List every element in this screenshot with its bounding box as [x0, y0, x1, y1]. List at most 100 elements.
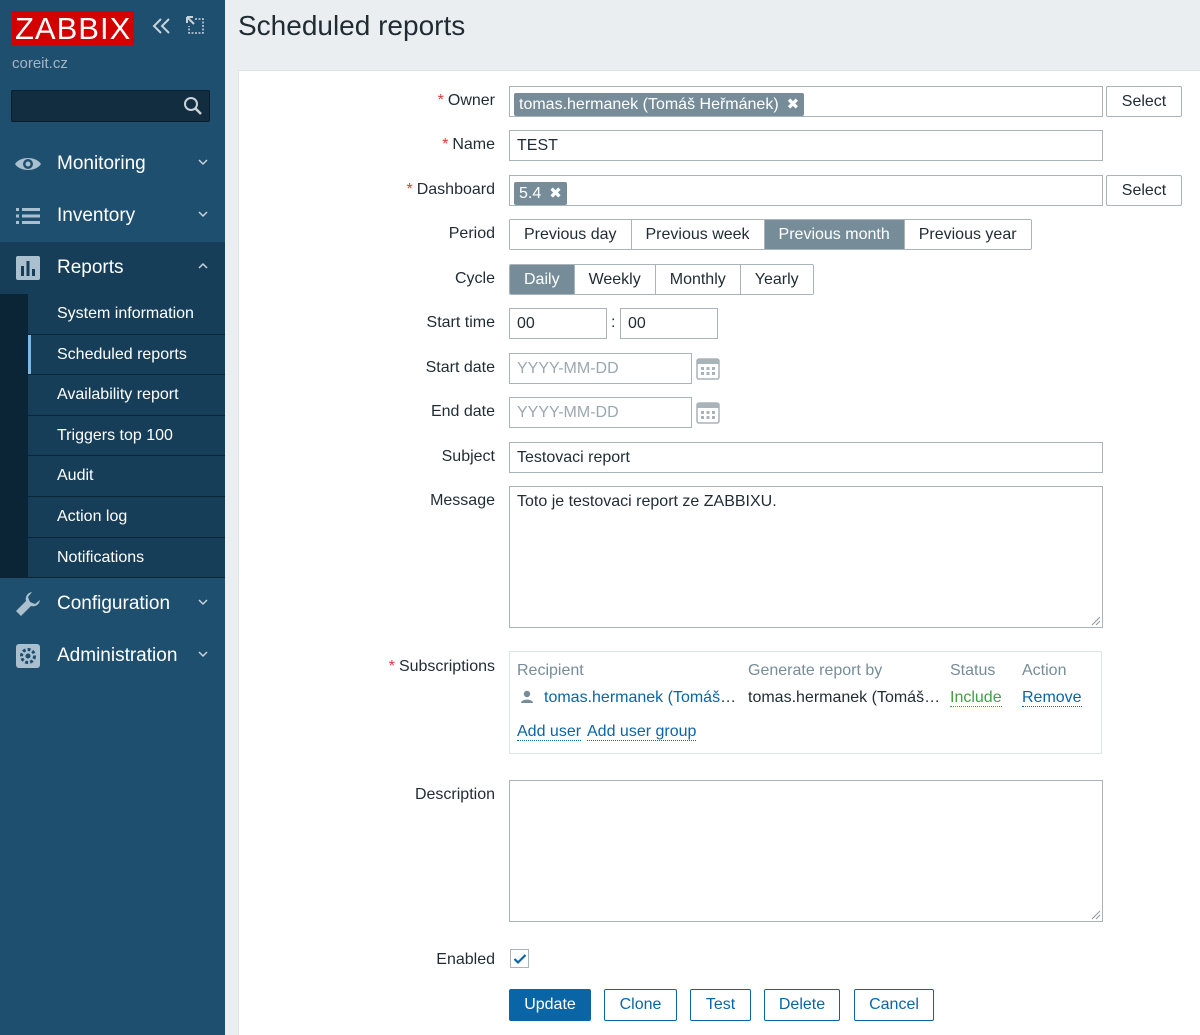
calendar-icon[interactable]: [696, 401, 720, 425]
column-header-recipient: Recipient: [517, 662, 584, 679]
message-textarea[interactable]: Toto je testovaci report ze ZABBIXU.: [509, 486, 1103, 628]
period-label: Period: [448, 225, 495, 242]
cancel-button[interactable]: Cancel: [854, 989, 934, 1021]
chevron-down-icon: [198, 211, 208, 218]
description-textarea[interactable]: [509, 780, 1103, 922]
end-date-input[interactable]: YYYY-MM-DD: [509, 397, 692, 428]
period-previous-year[interactable]: Previous year: [904, 220, 1031, 249]
server-name: coreit.cz: [12, 55, 68, 72]
column-header-status: Status: [950, 662, 996, 679]
message-text: Toto je testovaci report ze ZABBIXU.: [517, 493, 777, 510]
report-form: * Owner tomas.hermanek (Tomáš Heřmánek) ✖ …: [238, 70, 1200, 1035]
chevron-down-icon: [198, 159, 208, 166]
submenu-availability-report[interactable]: Availability report: [28, 375, 225, 416]
calendar-icon[interactable]: [696, 357, 720, 381]
start-time-minutes-input[interactable]: 00: [620, 308, 718, 339]
delete-button[interactable]: Delete: [764, 989, 840, 1021]
submenu-action-log[interactable]: Action log: [28, 496, 225, 538]
owner-label: * Owner: [437, 92, 495, 109]
subscription-remove-link[interactable]: Remove: [1022, 689, 1082, 707]
dashboard-label: * Dashboard: [406, 181, 495, 198]
sidebar: ZABBIX coreit.cz Monitoring Inventory Re…: [0, 0, 225, 1035]
start-date-input[interactable]: YYYY-MM-DD: [509, 353, 692, 384]
period-radio-group: Previous day Previous week Previous mont…: [509, 219, 1032, 250]
owner-select-button[interactable]: Select: [1106, 86, 1182, 117]
gear-icon: [16, 644, 40, 669]
test-button[interactable]: Test: [690, 989, 751, 1021]
menu-reports[interactable]: Reports: [0, 242, 225, 294]
zabbix-logo[interactable]: ZABBIX: [12, 11, 135, 46]
chevron-up-icon: [198, 262, 208, 269]
owner-tag: tomas.hermanek (Tomáš Heřmánek) ✖: [514, 93, 805, 116]
eye-icon: [15, 158, 41, 170]
kiosk-mode-icon[interactable]: [186, 16, 204, 34]
name-input[interactable]: TEST: [509, 130, 1103, 161]
cycle-yearly[interactable]: Yearly: [740, 265, 813, 294]
submenu-system-information[interactable]: System information: [28, 294, 225, 335]
user-icon: [521, 690, 533, 703]
search-icon[interactable]: [183, 96, 203, 116]
column-header-action: Action: [1022, 662, 1067, 679]
chevron-down-icon: [198, 599, 208, 606]
subject-label: Subject: [441, 448, 495, 465]
menu-label: Configuration: [57, 593, 171, 615]
menu-label: Reports: [57, 257, 124, 278]
period-previous-week[interactable]: Previous week: [631, 220, 765, 249]
start-time-label: Start time: [426, 314, 495, 331]
list-icon: [16, 208, 40, 224]
time-separator: :: [611, 314, 616, 331]
message-label: Message: [430, 492, 495, 509]
submenu-notifications[interactable]: Notifications: [28, 537, 225, 579]
cycle-radio-group: Daily Weekly Monthly Yearly: [509, 264, 814, 295]
subscriptions-table: Recipient Generate report by Status Acti…: [509, 651, 1102, 754]
clone-button[interactable]: Clone: [604, 989, 677, 1021]
checkmark-icon: [513, 953, 526, 964]
wrench-icon: [16, 592, 40, 617]
menu-monitoring[interactable]: Monitoring: [0, 138, 225, 190]
dashboard-tag: 5.4 ✖: [514, 182, 567, 205]
remove-tag-icon[interactable]: ✖: [549, 182, 562, 205]
cycle-daily[interactable]: Daily: [510, 265, 575, 294]
subscriptions-label: * Subscriptions: [388, 658, 495, 675]
resize-grip-icon[interactable]: [1091, 910, 1101, 920]
enabled-label: Enabled: [436, 951, 495, 968]
add-user-link[interactable]: Add user: [517, 723, 582, 741]
chevron-down-icon: [198, 651, 208, 658]
menu-configuration[interactable]: Configuration: [0, 578, 225, 630]
remove-tag-icon[interactable]: ✖: [787, 93, 800, 116]
logo-row: ZABBIX: [12, 11, 135, 46]
dashboard-select-button[interactable]: Select: [1106, 175, 1182, 206]
start-date-label: Start date: [425, 359, 495, 376]
collapse-sidebar-icon[interactable]: [152, 16, 172, 36]
cycle-label: Cycle: [454, 270, 495, 287]
submenu-scheduled-reports[interactable]: Scheduled reports: [28, 334, 225, 376]
subscription-generate-by: tomas.hermanek (Tomáš …: [748, 689, 944, 706]
update-button[interactable]: Update: [509, 989, 591, 1021]
end-date-label: End date: [430, 403, 495, 420]
add-user-group-link[interactable]: Add user group: [587, 723, 697, 741]
menu-label: Monitoring: [57, 153, 146, 174]
submenu-triggers-top-100[interactable]: Triggers top 100: [28, 415, 225, 457]
start-time-hours-input[interactable]: 00: [509, 308, 607, 339]
dashboard-multiselect[interactable]: 5.4 ✖: [509, 175, 1103, 206]
sidebar-search-input[interactable]: [11, 90, 210, 122]
cycle-weekly[interactable]: Weekly: [574, 265, 656, 294]
menu-inventory[interactable]: Inventory: [0, 190, 225, 242]
period-previous-month[interactable]: Previous month: [764, 220, 905, 249]
reports-submenu: System information Scheduled reports Ava…: [0, 294, 225, 579]
menu-label: Inventory: [57, 205, 136, 226]
bar-chart-icon: [16, 256, 40, 280]
description-label: Description: [414, 786, 495, 803]
enabled-checkbox[interactable]: [510, 949, 529, 968]
subscription-status[interactable]: Include: [950, 689, 1002, 707]
subscription-recipient[interactable]: tomas.hermanek (Tomáš …: [544, 689, 738, 707]
resize-grip-icon[interactable]: [1091, 616, 1101, 626]
menu-administration[interactable]: Administration: [0, 630, 225, 682]
subject-input[interactable]: Testovaci report: [509, 442, 1103, 473]
name-label: * Name: [442, 136, 495, 153]
submenu-audit[interactable]: Audit: [28, 456, 225, 497]
period-previous-day[interactable]: Previous day: [510, 220, 632, 249]
column-header-generate-by: Generate report by: [748, 662, 883, 679]
cycle-monthly[interactable]: Monthly: [655, 265, 741, 294]
owner-multiselect[interactable]: tomas.hermanek (Tomáš Heřmánek) ✖: [509, 86, 1103, 117]
